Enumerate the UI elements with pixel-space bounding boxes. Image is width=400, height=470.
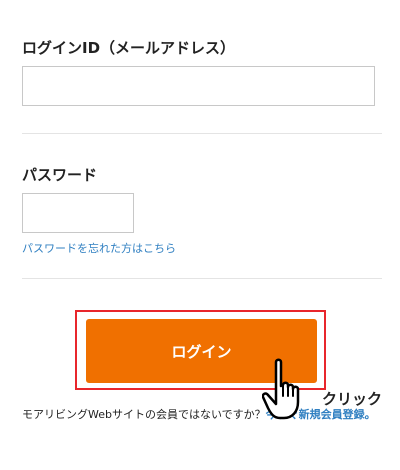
login-id-label: ログインID（メールアドレス） (22, 39, 236, 57)
forgot-password-link[interactable]: パスワードを忘れた方はこちら (22, 240, 176, 256)
click-label: クリック (322, 390, 383, 408)
divider (22, 278, 382, 279)
password-label: パスワード (22, 166, 98, 184)
register-prefix: モアリビングWebサイトの会員ではないですか？ (22, 408, 266, 421)
divider (22, 133, 382, 134)
hand-pointer-icon (262, 358, 300, 420)
login-id-input[interactable] (22, 66, 375, 106)
password-input[interactable] (22, 193, 134, 233)
